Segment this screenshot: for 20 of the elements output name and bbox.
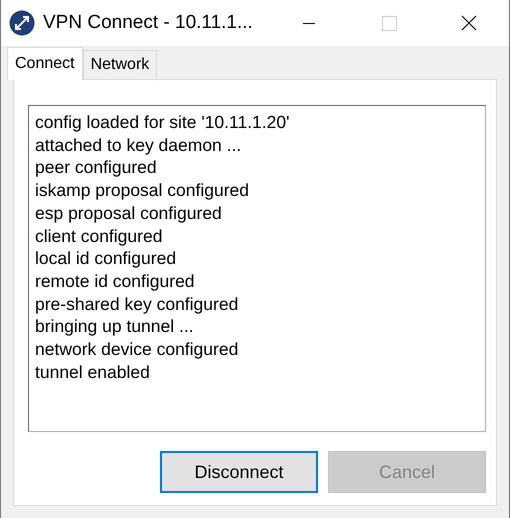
- log-line: iskamp proposal configured: [35, 179, 250, 202]
- log-line: pre-shared key configured: [35, 292, 240, 316]
- close-icon: [461, 15, 477, 32]
- log-line: network device configured: [35, 338, 240, 361]
- globe-arrows-icon: [9, 10, 35, 36]
- log-line: bringing up tunnel ...: [35, 315, 195, 338]
- log-line: client configured: [35, 224, 164, 248]
- log-line: peer configured: [35, 156, 158, 180]
- log-line: attached to key daemon ...: [35, 134, 242, 156]
- log-line: remote id configured: [35, 270, 196, 293]
- log-line: local id configured: [35, 247, 178, 270]
- disconnect-button[interactable]: Disconnect: [160, 451, 318, 493]
- window-title: VPN Connect - 10.11.1...: [43, 12, 253, 34]
- log-line: tunnel enabled: [35, 360, 151, 384]
- maximize-icon: [382, 16, 396, 31]
- tab[interactable]: Connect: [7, 47, 83, 80]
- minimize-icon: [303, 22, 315, 24]
- log-line: config loaded for site '10.11.1.20': [35, 111, 290, 134]
- log-line: esp proposal configured: [35, 202, 223, 225]
- tab[interactable]: Network: [82, 50, 158, 79]
